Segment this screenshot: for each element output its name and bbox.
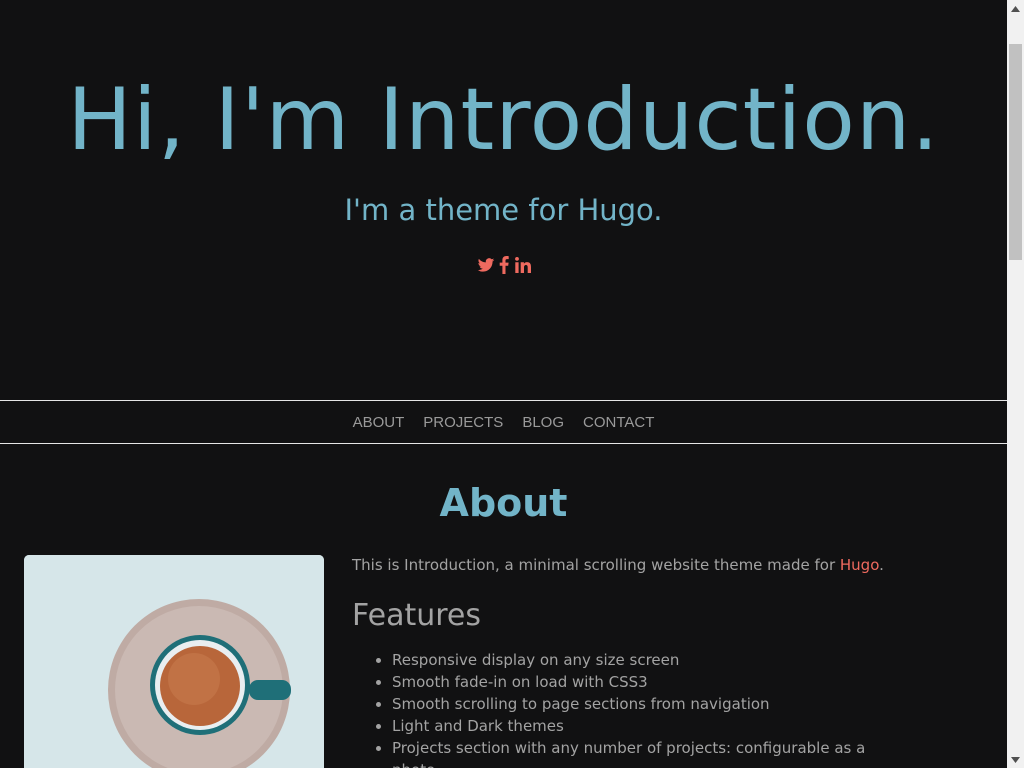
page: Hi, I'm Introduction. I'm a theme for Hu… [0, 0, 1007, 768]
facebook-icon[interactable] [499, 256, 509, 274]
linkedin-icon[interactable] [514, 256, 531, 274]
nav-item-contact[interactable]: CONTACT [583, 414, 654, 431]
hero-title: Hi, I'm Introduction. [67, 70, 940, 170]
about-heading: About [439, 481, 568, 525]
feature-item: Light and Dark themes [392, 715, 912, 737]
about-text: This is Introduction, a minimal scrollin… [352, 553, 912, 768]
scroll-up-icon[interactable] [1007, 0, 1024, 17]
scroll-down-icon[interactable] [1007, 751, 1024, 768]
nav-item-about[interactable]: ABOUT [353, 414, 405, 431]
hugo-link[interactable]: Hugo [840, 556, 879, 574]
feature-item: Projects section with any number of proj… [392, 737, 912, 768]
feature-item: Smooth scrolling to page sections from n… [392, 693, 912, 715]
about-intro-suffix: . [879, 556, 884, 574]
about-intro-text: This is Introduction, a minimal scrollin… [352, 556, 840, 574]
hero-subtitle: I'm a theme for Hugo. [344, 193, 663, 227]
nav-item-projects[interactable]: PROJECTS [423, 414, 503, 431]
feature-item: Smooth fade-in on load with CSS3 [392, 671, 912, 693]
nav-item-blog[interactable]: BLOG [522, 414, 564, 431]
social-links [0, 256, 1007, 276]
about-intro: This is Introduction, a minimal scrollin… [352, 553, 912, 577]
features-heading: Features [352, 598, 481, 633]
features-list: Responsive display on any size screen Sm… [352, 649, 912, 768]
main-nav: ABOUT PROJECTS BLOG CONTACT [0, 400, 1007, 444]
hero-section: Hi, I'm Introduction. I'm a theme for Hu… [0, 0, 1007, 400]
twitter-icon[interactable] [477, 256, 494, 274]
scroll-thumb[interactable] [1009, 44, 1022, 260]
about-image [24, 555, 324, 768]
feature-item: Responsive display on any size screen [392, 649, 912, 671]
vertical-scrollbar[interactable] [1007, 0, 1024, 768]
